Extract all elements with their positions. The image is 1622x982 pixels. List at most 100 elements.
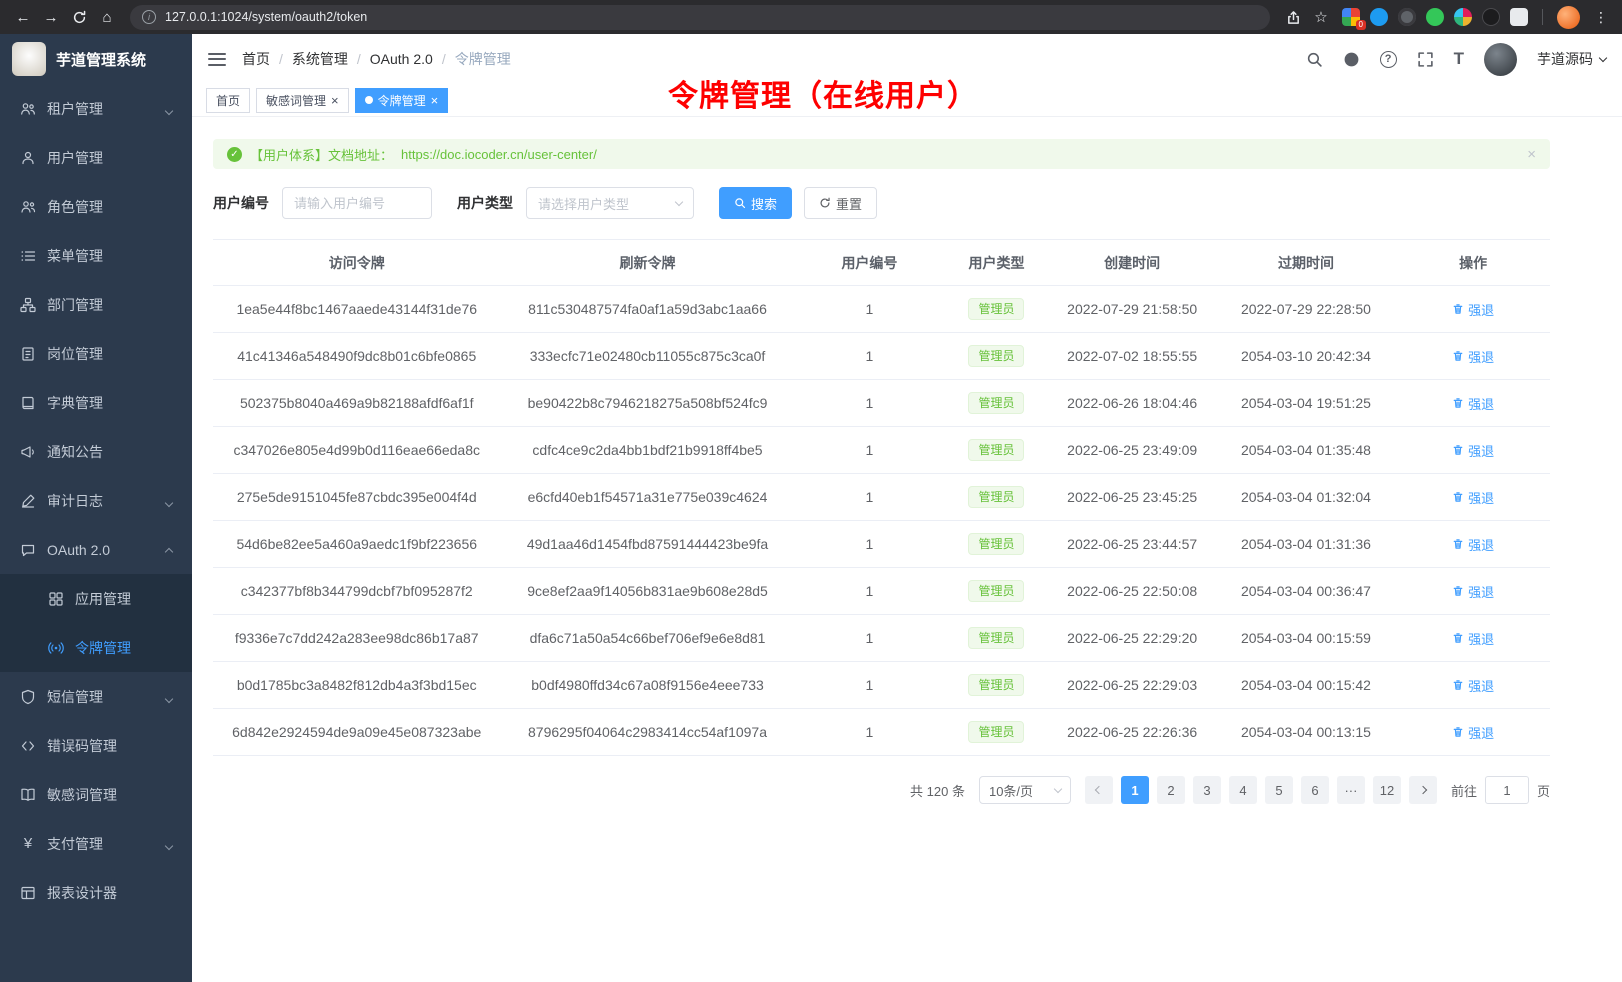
tab-home[interactable]: 首页 — [206, 88, 250, 113]
search-button[interactable]: 搜索 — [719, 187, 792, 219]
app-logo[interactable]: 芋道管理系统 — [0, 34, 192, 84]
breadcrumb-home[interactable]: 首页 — [242, 49, 270, 69]
sidebar-item-tenant[interactable]: 租户管理 — [0, 84, 192, 133]
sidebar-item-notice[interactable]: 通知公告 — [0, 427, 192, 476]
sidebar-item-payment[interactable]: ¥ 支付管理 — [0, 819, 192, 868]
bookmark-star-icon[interactable]: ☆ — [1308, 4, 1334, 30]
force-logout-button[interactable]: 强退 — [1452, 488, 1494, 507]
sidebar-menu: 租户管理 用户管理 角色管理 菜单管理 部门管理 — [0, 84, 192, 982]
force-logout-button[interactable]: 强退 — [1452, 676, 1494, 695]
page-button-1[interactable]: 1 — [1121, 776, 1149, 804]
force-logout-button[interactable]: 强退 — [1452, 535, 1494, 554]
help-icon[interactable]: ? — [1380, 51, 1397, 68]
sidebar-item-sms[interactable]: 短信管理 — [0, 672, 192, 721]
sidebar-item-oauth[interactable]: OAuth 2.0 — [0, 525, 192, 574]
close-icon[interactable]: × — [431, 94, 439, 107]
chevron-up-icon — [166, 542, 172, 558]
next-page-button[interactable] — [1409, 776, 1437, 804]
total-count: 共 120 条 — [910, 781, 965, 800]
sidebar-item-label: 岗位管理 — [47, 344, 103, 364]
share-icon[interactable] — [1280, 4, 1306, 30]
page-button-3[interactable]: 3 — [1193, 776, 1221, 804]
extension-gray-icon[interactable] — [1398, 8, 1416, 26]
sidebar-item-dept[interactable]: 部门管理 — [0, 280, 192, 329]
sidebar-item-audit-log[interactable]: 审计日志 — [0, 476, 192, 525]
sidebar-item-user[interactable]: 用户管理 — [0, 133, 192, 182]
hamburger-icon[interactable] — [208, 53, 226, 66]
force-logout-button[interactable]: 强退 — [1452, 582, 1494, 601]
sidebar-item-dict[interactable]: 字典管理 — [0, 378, 192, 427]
page-button-12[interactable]: 12 — [1373, 776, 1401, 804]
force-logout-button[interactable]: 强退 — [1452, 300, 1494, 319]
sidebar-item-sensitive-words[interactable]: 敏感词管理 — [0, 770, 192, 819]
extension-multicolor-icon[interactable] — [1454, 8, 1472, 26]
sidebar-item-report-designer[interactable]: 报表设计器 — [0, 868, 192, 917]
close-icon[interactable]: × — [331, 94, 339, 107]
fullscreen-icon[interactable] — [1417, 51, 1434, 68]
sidebar-item-role[interactable]: 角色管理 — [0, 182, 192, 231]
table-row: c342377bf8b344799dcbf7bf095287f2 9ce8ef2… — [213, 568, 1550, 615]
force-logout-button[interactable]: 强退 — [1452, 394, 1494, 413]
tab-label: 首页 — [216, 92, 240, 109]
page-button-5[interactable]: 5 — [1265, 776, 1293, 804]
back-icon[interactable]: ← — [10, 4, 36, 30]
more-pages-button[interactable]: ··· — [1337, 776, 1365, 804]
code-icon — [20, 738, 36, 754]
user-menu[interactable]: 芋道源码 — [1537, 49, 1606, 69]
alert-close-icon[interactable]: × — [1527, 146, 1536, 163]
address-bar[interactable]: i 127.0.0.1:1024/system/oauth2/token — [130, 5, 1270, 30]
chevron-down-icon — [166, 689, 172, 705]
app-frame: 芋道管理系统 租户管理 用户管理 角色管理 菜单管理 — [0, 34, 1622, 982]
home-icon[interactable]: ⌂ — [94, 4, 120, 30]
chevron-down-icon — [1599, 53, 1607, 61]
sidebar-item-post[interactable]: 岗位管理 — [0, 329, 192, 378]
sidebar-item-menu[interactable]: 菜单管理 — [0, 231, 192, 280]
doc-link[interactable]: https://doc.iocoder.cn/user-center/ — [401, 147, 597, 162]
breadcrumb-oauth[interactable]: OAuth 2.0 — [370, 51, 433, 67]
reload-icon[interactable] — [66, 4, 92, 30]
pagination: 共 120 条 10条/页 1 2 3 4 5 6 ··· 12 — [213, 776, 1550, 804]
page-button-4[interactable]: 4 — [1229, 776, 1257, 804]
forward-icon[interactable]: → — [38, 4, 64, 30]
user-id-input[interactable] — [282, 187, 432, 219]
extension-blue-icon[interactable] — [1370, 8, 1388, 26]
shield-icon — [20, 689, 36, 705]
extension-grid-icon[interactable]: 0 — [1342, 8, 1360, 26]
browser-profile-avatar[interactable] — [1557, 6, 1580, 29]
page-size-select[interactable]: 10条/页 — [979, 776, 1071, 804]
chevron-down-icon — [166, 101, 172, 117]
org-tree-icon — [20, 297, 36, 313]
prev-page-button[interactable] — [1085, 776, 1113, 804]
font-size-icon[interactable]: T — [1454, 49, 1464, 69]
force-logout-button[interactable]: 强退 — [1452, 629, 1494, 648]
browser-menu-icon[interactable]: ⋮ — [1590, 9, 1612, 26]
search-icon[interactable] — [1306, 51, 1323, 68]
extension-light-icon[interactable] — [1510, 8, 1528, 26]
sidebar-item-token-management[interactable]: 令牌管理 — [0, 623, 192, 672]
col-refresh-token: 刷新令牌 — [500, 240, 794, 286]
reset-button[interactable]: 重置 — [804, 187, 877, 219]
site-info-icon[interactable]: i — [142, 10, 156, 24]
tab-token-management[interactable]: 令牌管理 × — [355, 88, 449, 113]
extension-dark-icon[interactable] — [1482, 8, 1500, 26]
user-type-select[interactable]: 请选择用户类型 — [526, 187, 694, 219]
token-icon — [48, 640, 64, 656]
reset-button-label: 重置 — [836, 194, 862, 213]
sidebar-item-label: 租户管理 — [47, 99, 103, 119]
sidebar-item-app-management[interactable]: 应用管理 — [0, 574, 192, 623]
force-logout-button[interactable]: 强退 — [1452, 347, 1494, 366]
user-avatar[interactable] — [1484, 43, 1517, 76]
breadcrumb-system[interactable]: 系统管理 — [292, 49, 348, 69]
page-button-6[interactable]: 6 — [1301, 776, 1329, 804]
extension-green-icon[interactable] — [1426, 8, 1444, 26]
force-logout-button[interactable]: 强退 — [1452, 723, 1494, 742]
tab-sensitive-words[interactable]: 敏感词管理 × — [256, 88, 349, 113]
page-button-2[interactable]: 2 — [1157, 776, 1185, 804]
github-icon[interactable] — [1343, 51, 1360, 68]
goto-page-input[interactable] — [1485, 776, 1529, 804]
sidebar-item-error-code[interactable]: 错误码管理 — [0, 721, 192, 770]
force-logout-button[interactable]: 强退 — [1452, 441, 1494, 460]
oauth-submenu: 应用管理 令牌管理 — [0, 574, 192, 672]
audit-log-icon — [20, 493, 36, 509]
breadcrumb-current: 令牌管理 — [455, 49, 511, 69]
